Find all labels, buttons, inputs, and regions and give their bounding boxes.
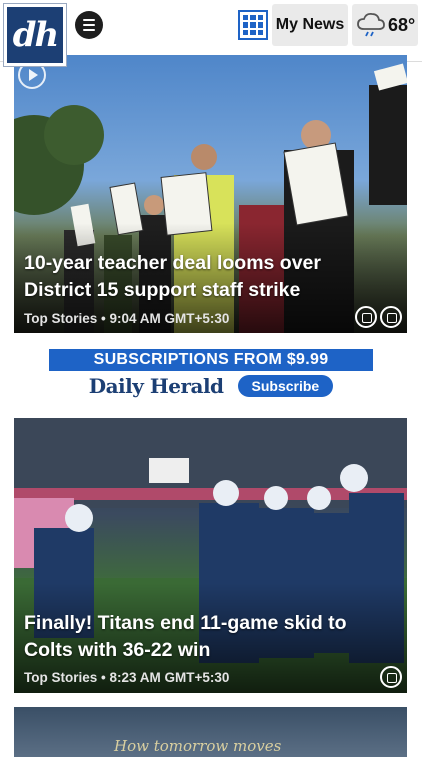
story-headline[interactable]: Finally! Titans end 11-game skid to Colt… xyxy=(24,610,393,664)
story-card[interactable]: 10-year teacher deal looms over District… xyxy=(14,55,407,333)
ad-brand: Daily Herald xyxy=(88,374,224,398)
gallery-icon[interactable] xyxy=(380,306,402,328)
partial-image-text: How tomorrow moves xyxy=(114,737,282,755)
story-section: Top Stories xyxy=(24,670,98,685)
story-meta: Top Stories • 8:23 AM GMT+5:30 xyxy=(24,670,230,685)
grid-icon[interactable] xyxy=(238,10,268,40)
subscription-ad[interactable]: SUBSCRIPTIONS FROM $9.99 Daily Herald Su… xyxy=(49,349,373,401)
story-section: Top Stories xyxy=(24,311,98,326)
story-headline[interactable]: 10-year teacher deal looms over District… xyxy=(24,250,393,304)
gallery-icon[interactable] xyxy=(380,666,402,688)
my-news-button[interactable]: My News xyxy=(272,4,348,46)
logo-text: dh xyxy=(12,15,59,55)
subscribe-button[interactable]: Subscribe xyxy=(237,375,334,397)
daily-herald-logo[interactable]: dh xyxy=(4,4,66,66)
weather-temperature: 68° xyxy=(388,14,416,35)
story-meta: Top Stories • 9:04 AM GMT+5:30 xyxy=(24,311,230,326)
story-time: 9:04 AM GMT+5:30 xyxy=(109,311,230,326)
video-icon[interactable] xyxy=(355,306,377,328)
menu-icon[interactable] xyxy=(75,11,103,39)
weather-widget[interactable]: 68° xyxy=(352,4,418,46)
story-card[interactable]: Finally! Titans end 11-game skid to Colt… xyxy=(14,418,407,693)
story-time: 8:23 AM GMT+5:30 xyxy=(109,670,230,685)
my-news-label: My News xyxy=(275,16,345,33)
ad-headline: SUBSCRIPTIONS FROM $9.99 xyxy=(49,349,373,371)
cloud-rain-icon xyxy=(357,12,385,37)
